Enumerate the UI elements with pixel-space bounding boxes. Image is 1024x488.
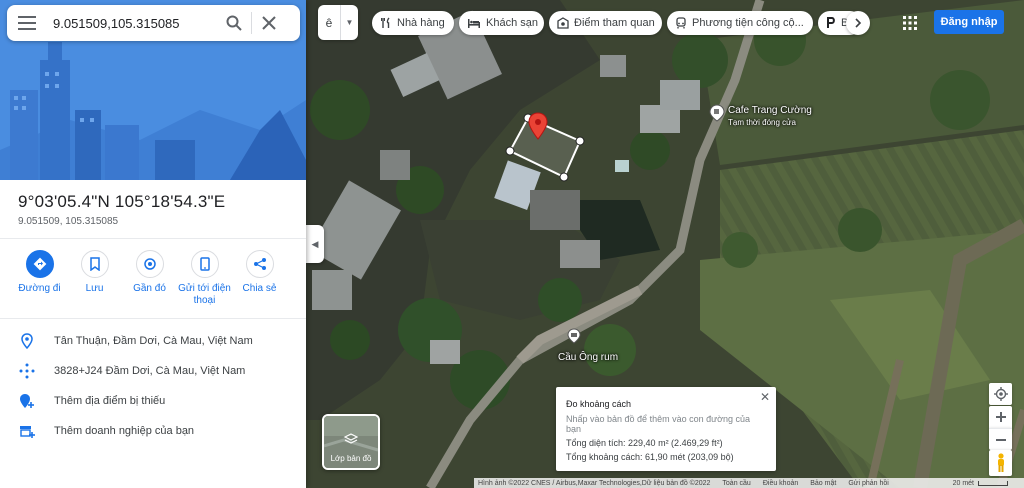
poi-cafe-label[interactable]: Cafe Trang Cường (728, 105, 812, 116)
chip-hotels[interactable]: Khách sạn (459, 11, 544, 35)
share-icon (253, 258, 266, 270)
region-link[interactable]: Toàn cầu (722, 480, 750, 487)
close-measure-button[interactable]: ✕ (758, 390, 772, 404)
location-pin-icon (21, 333, 33, 349)
google-apps-button[interactable] (898, 11, 922, 35)
crosshair-icon (993, 387, 1008, 401)
pegman-icon (997, 453, 1004, 472)
clear-search-button[interactable] (252, 5, 286, 41)
chip-transit[interactable]: Phương tiện công cộ... (667, 11, 813, 35)
chip-transit-label: Phương tiện công cộ... (692, 17, 804, 29)
side-panel: 9°03'05.4"N 105°18'54.3"E 9.051509, 105.… (0, 0, 306, 488)
measure-distance: Tổng khoảng cách: 61,90 mét (203,09 bộ) (566, 452, 734, 462)
chip-restaurants[interactable]: Nhà hàng (372, 11, 454, 35)
send-to-phone-label: Gửi tới điện thoại (178, 283, 231, 306)
layer-select-value: ê (325, 15, 333, 30)
zoom-out-button[interactable] (989, 428, 1012, 450)
my-location-button[interactable] (989, 383, 1012, 405)
menu-button[interactable] (7, 5, 47, 41)
street-view-pegman[interactable] (989, 450, 1012, 476)
minus-icon (995, 438, 1006, 441)
add-business-row[interactable]: Thêm doanh nghiệp của bạn (0, 418, 306, 444)
directions-icon (33, 257, 46, 271)
hamburger-icon (18, 16, 36, 30)
divider (0, 238, 306, 239)
layer-select[interactable]: ê ▼ (318, 5, 358, 40)
add-business-text: Thêm doanh nghiệp của bạn (54, 425, 195, 437)
measure-title: Đo khoảng cách (566, 399, 632, 409)
bridge-poi-icon[interactable] (567, 328, 581, 344)
phone-icon (199, 257, 210, 271)
address-row[interactable]: Tân Thuận, Đầm Dơi, Cà Mau, Việt Nam (0, 328, 306, 354)
measure-area: Tổng diện tích: 229,40 m² (2.469,29 ft²) (566, 438, 723, 448)
zoom-in-button[interactable] (989, 406, 1012, 428)
apps-grid-icon (903, 16, 917, 30)
send-to-phone-button[interactable]: Gửi tới điện thoại (177, 250, 232, 307)
transit-icon (676, 17, 686, 29)
scale-label: 20 mét (952, 479, 974, 487)
directions-label: Đường đi (18, 283, 61, 294)
save-circle (80, 250, 109, 278)
attribution-text: Hình ảnh ©2022 CNES / Airbus,Maxar Techn… (478, 479, 711, 487)
layers-label: Lớp bản đồ (330, 454, 372, 463)
search-button[interactable] (217, 5, 251, 41)
chevron-down-icon: ▼ (340, 5, 358, 40)
add-place-icon (20, 394, 34, 408)
measure-distance-card: ✕ Đo khoảng cách Nhấp vào bản đồ để thêm… (556, 387, 776, 471)
plus-code-text: 3828+J24 Đầm Dơi, Cà Mau, Việt Nam (54, 365, 246, 377)
nearby-button[interactable]: Gần đó (122, 250, 177, 307)
coordinates-decimal: 9.051509, 105.315085 (18, 216, 119, 227)
terms-link[interactable]: Điều khoản (763, 480, 798, 487)
poi-cafe-status: Tạm thời đóng cửa (728, 118, 796, 127)
share-label: Chia sẻ (242, 283, 277, 294)
chips-scroll-right-button[interactable] (846, 11, 870, 35)
search-input[interactable] (47, 15, 217, 31)
add-place-text: Thêm địa điểm bị thiếu (54, 395, 166, 407)
directions-circle (25, 250, 54, 278)
nearby-circle (135, 250, 164, 278)
close-icon (262, 16, 276, 30)
chip-restaurants-label: Nhà hàng (397, 17, 445, 29)
search-icon (226, 15, 242, 31)
restaurant-icon (381, 17, 390, 28)
bookmark-icon (89, 257, 100, 271)
chevron-right-icon (855, 18, 862, 28)
search-box (7, 5, 300, 41)
phone-circle (190, 250, 219, 278)
save-label: Lưu (85, 283, 104, 294)
save-button[interactable]: Lưu (67, 250, 122, 307)
scale-bar[interactable]: 20 mét (953, 480, 1008, 487)
hotel-icon (468, 19, 480, 28)
map-layers-button[interactable]: Lớp bản đồ (322, 414, 380, 470)
feedback-link[interactable]: Gửi phản hồi (848, 480, 889, 487)
sign-in-button[interactable]: Đăng nhập (934, 10, 1004, 34)
add-place-row[interactable]: Thêm địa điểm bị thiếu (0, 388, 306, 414)
measure-hint: Nhấp vào bản đồ để thêm vào con đường củ… (566, 414, 751, 434)
cafe-icon[interactable] (709, 104, 725, 122)
privacy-link[interactable]: Bảo mật (810, 480, 836, 487)
attraction-icon (557, 17, 569, 29)
parking-icon (827, 17, 835, 28)
location-pin-marker[interactable] (528, 112, 548, 140)
chip-attractions-label: Điểm tham quan (574, 17, 655, 29)
coordinates-title: 9°03'05.4"N 105°18'54.3"E (18, 192, 226, 211)
action-bar: Đường đi Lưu Gần đó Gửi tới điện thoại C… (12, 250, 297, 307)
divider (0, 318, 306, 319)
add-business-icon (20, 426, 35, 438)
chip-hotels-label: Khách sạn (486, 17, 538, 29)
scale-line (978, 480, 1008, 486)
plus-code-row[interactable]: 3828+J24 Đầm Dơi, Cà Mau, Việt Nam (0, 358, 306, 384)
plus-icon (995, 412, 1006, 422)
directions-button[interactable]: Đường đi (12, 250, 67, 307)
collapse-panel-button[interactable]: ◀ (306, 225, 324, 263)
share-button[interactable]: Chia sẻ (232, 250, 287, 307)
nearby-label: Gần đó (133, 283, 166, 294)
nearby-icon (143, 258, 156, 270)
chip-attractions[interactable]: Điểm tham quan (549, 11, 662, 35)
share-circle (245, 250, 274, 278)
address-text: Tân Thuận, Đầm Dơi, Cà Mau, Việt Nam (54, 335, 253, 347)
plus-code-icon (19, 363, 35, 379)
map-footer: Hình ảnh ©2022 CNES / Airbus,Maxar Techn… (474, 478, 1024, 488)
poi-bridge-label[interactable]: Cầu Ông rum (558, 352, 618, 363)
